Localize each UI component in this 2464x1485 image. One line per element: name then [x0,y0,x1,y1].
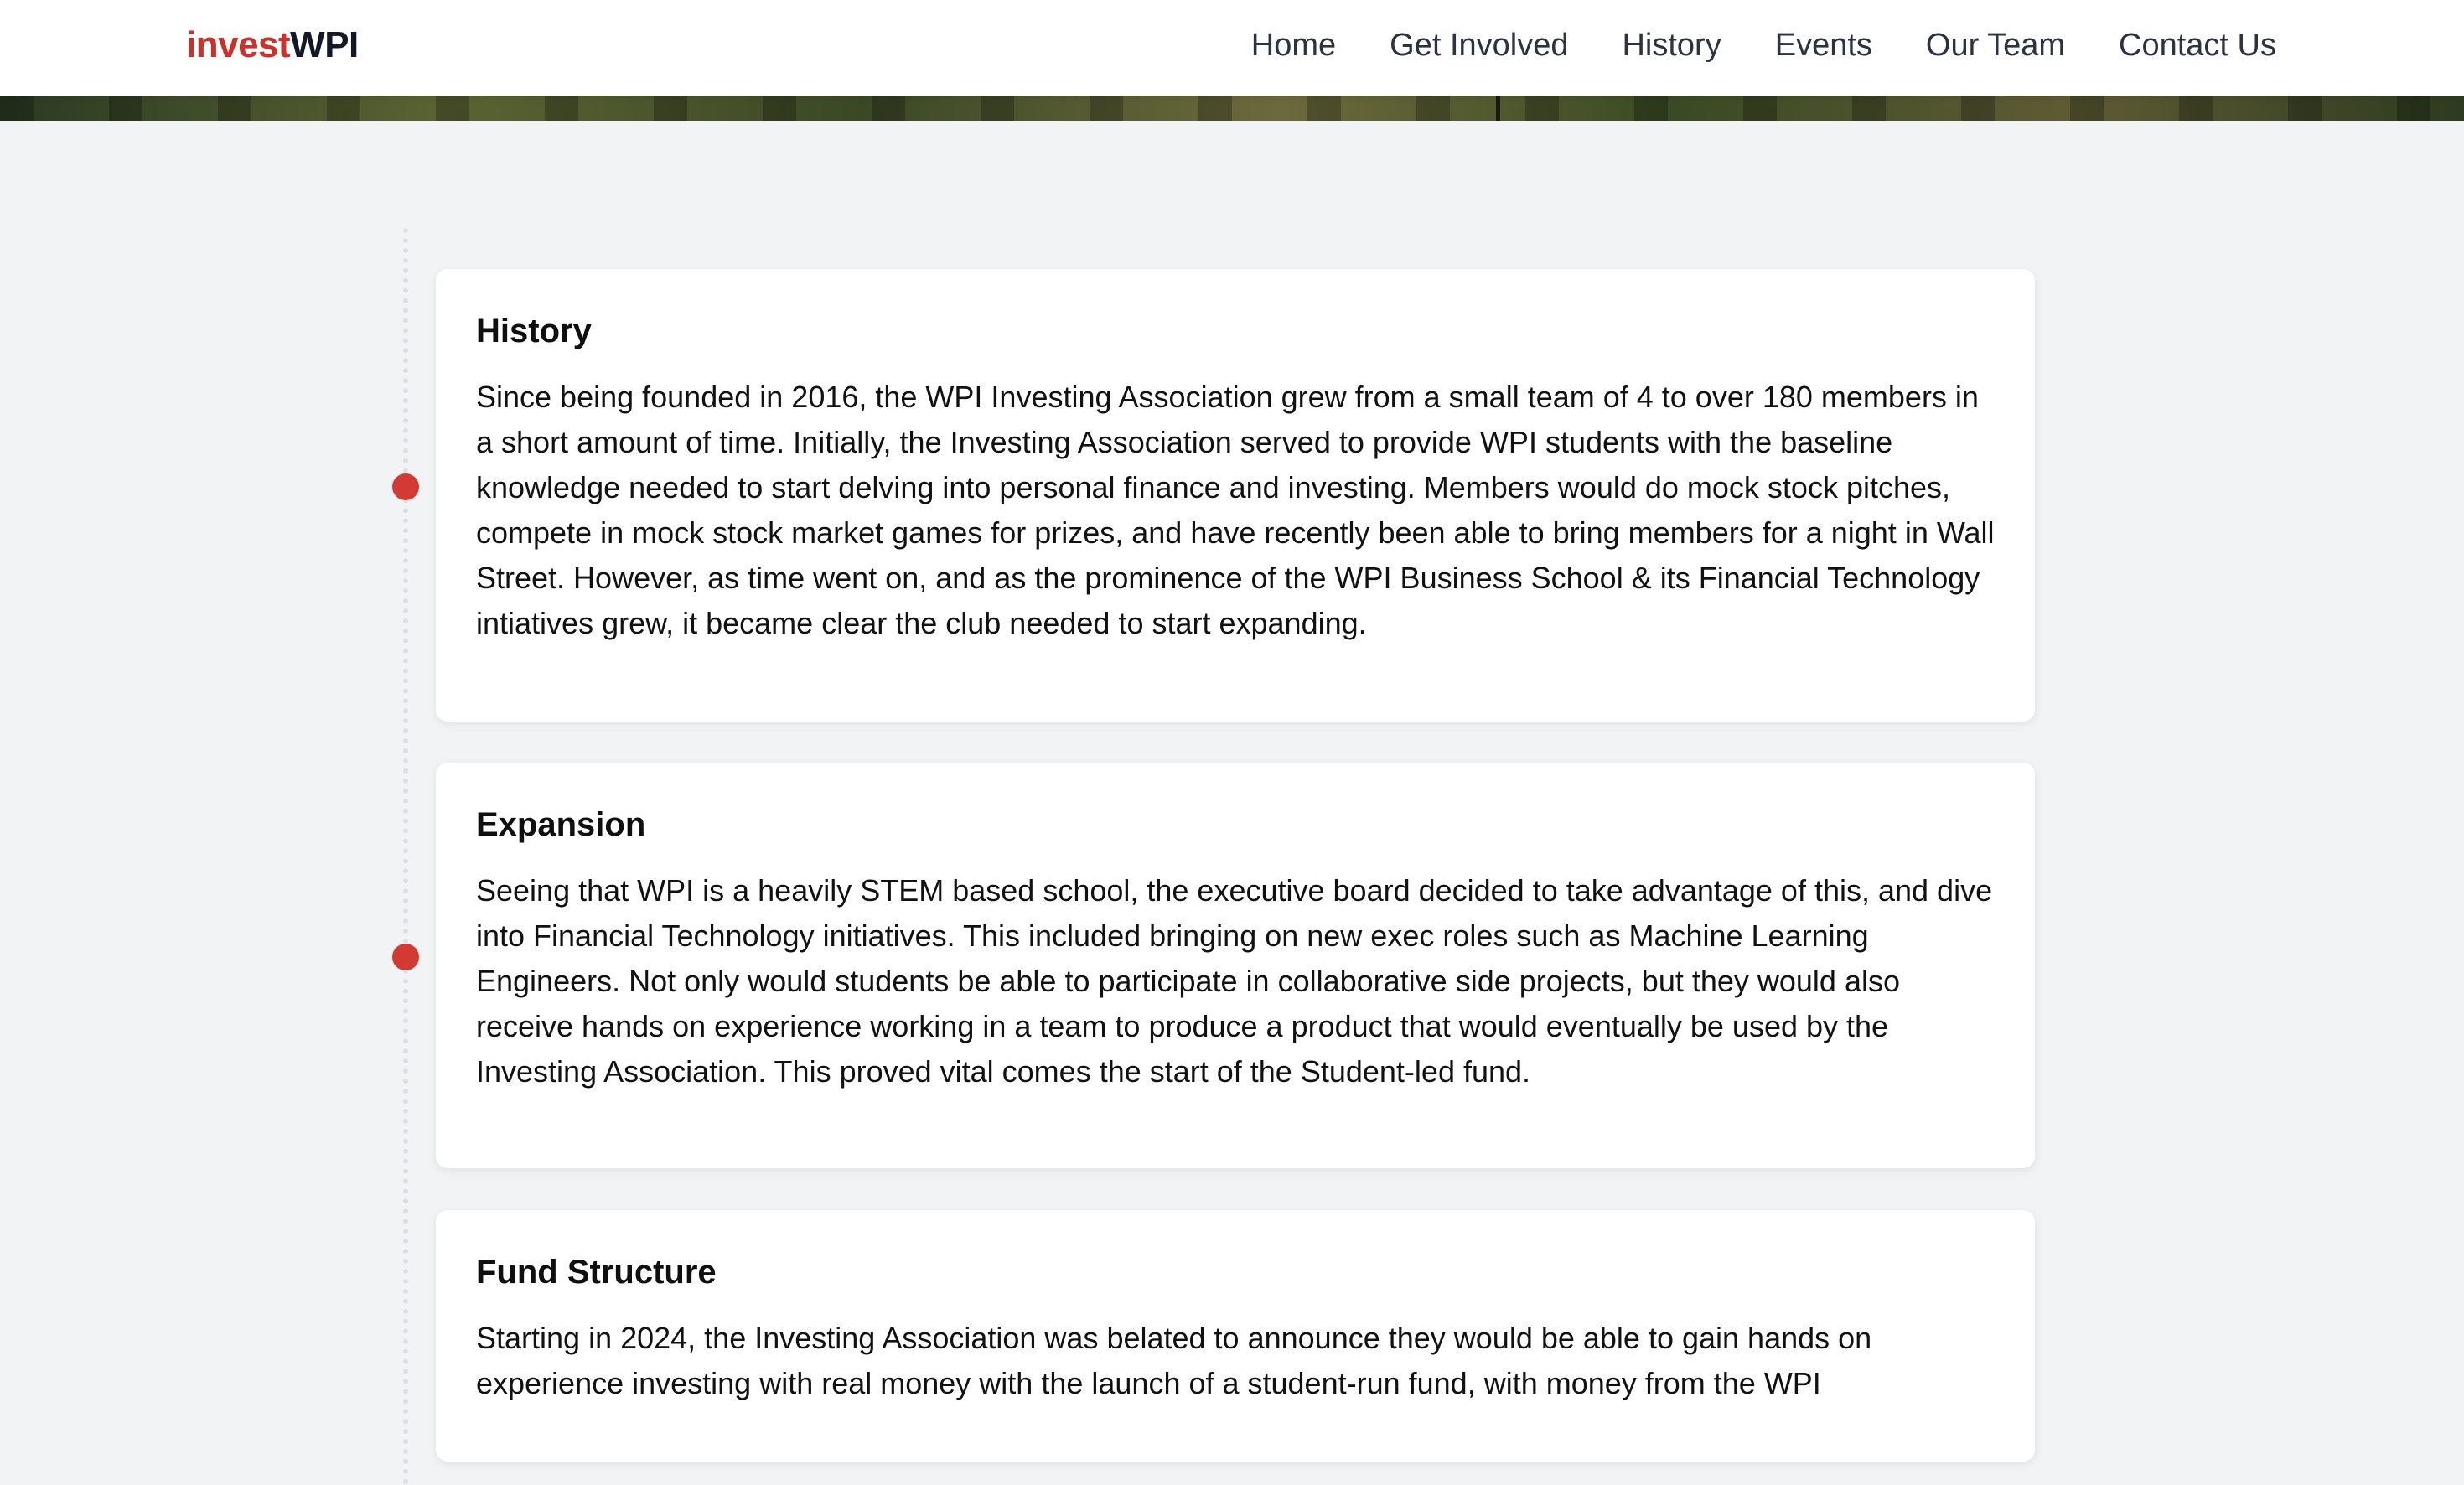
nav-link-events[interactable]: Events [1775,23,1872,67]
logo-invest-text: invest [186,24,291,65]
card-body: Since being founded in 2016, the WPI Inv… [476,380,1995,640]
navbar: investWPI Home Get Involved History Even… [0,0,2464,96]
nav-link-contact-us[interactable]: Contact Us [2119,23,2276,67]
timeline-dot-expansion [392,944,419,970]
timeline-card-fund-structure: Fund Structure Starting in 2024, the Inv… [436,1210,2035,1462]
site-logo[interactable]: investWPI [186,23,359,67]
main-content: History Since being founded in 2016, the… [0,121,2464,1485]
nav-link-get-involved[interactable]: Get Involved [1390,23,1568,67]
card-title: Expansion [476,806,646,843]
timeline-line [403,228,408,1485]
nav-link-home[interactable]: Home [1251,23,1336,67]
card-body: Starting in 2024, the Investing Associat… [476,1321,1872,1400]
card-title: Fund Structure [476,1254,717,1291]
main-nav: Home Get Involved History Events Our Tea… [1251,23,2276,67]
card-body: Seeing that WPI is a heavily STEM based … [476,873,1993,1089]
nav-link-our-team[interactable]: Our Team [1926,23,2065,67]
hero-image [0,96,2464,121]
card-title: History [476,313,592,349]
timeline-dot-history [392,473,419,500]
timeline-card-history: History Since being founded in 2016, the… [436,269,2035,722]
hero-image-detail [1496,96,1500,121]
logo-wpi-text: WPI [290,24,359,65]
nav-link-history[interactable]: History [1622,23,1721,67]
timeline-card-expansion: Expansion Seeing that WPI is a heavily S… [436,763,2035,1168]
